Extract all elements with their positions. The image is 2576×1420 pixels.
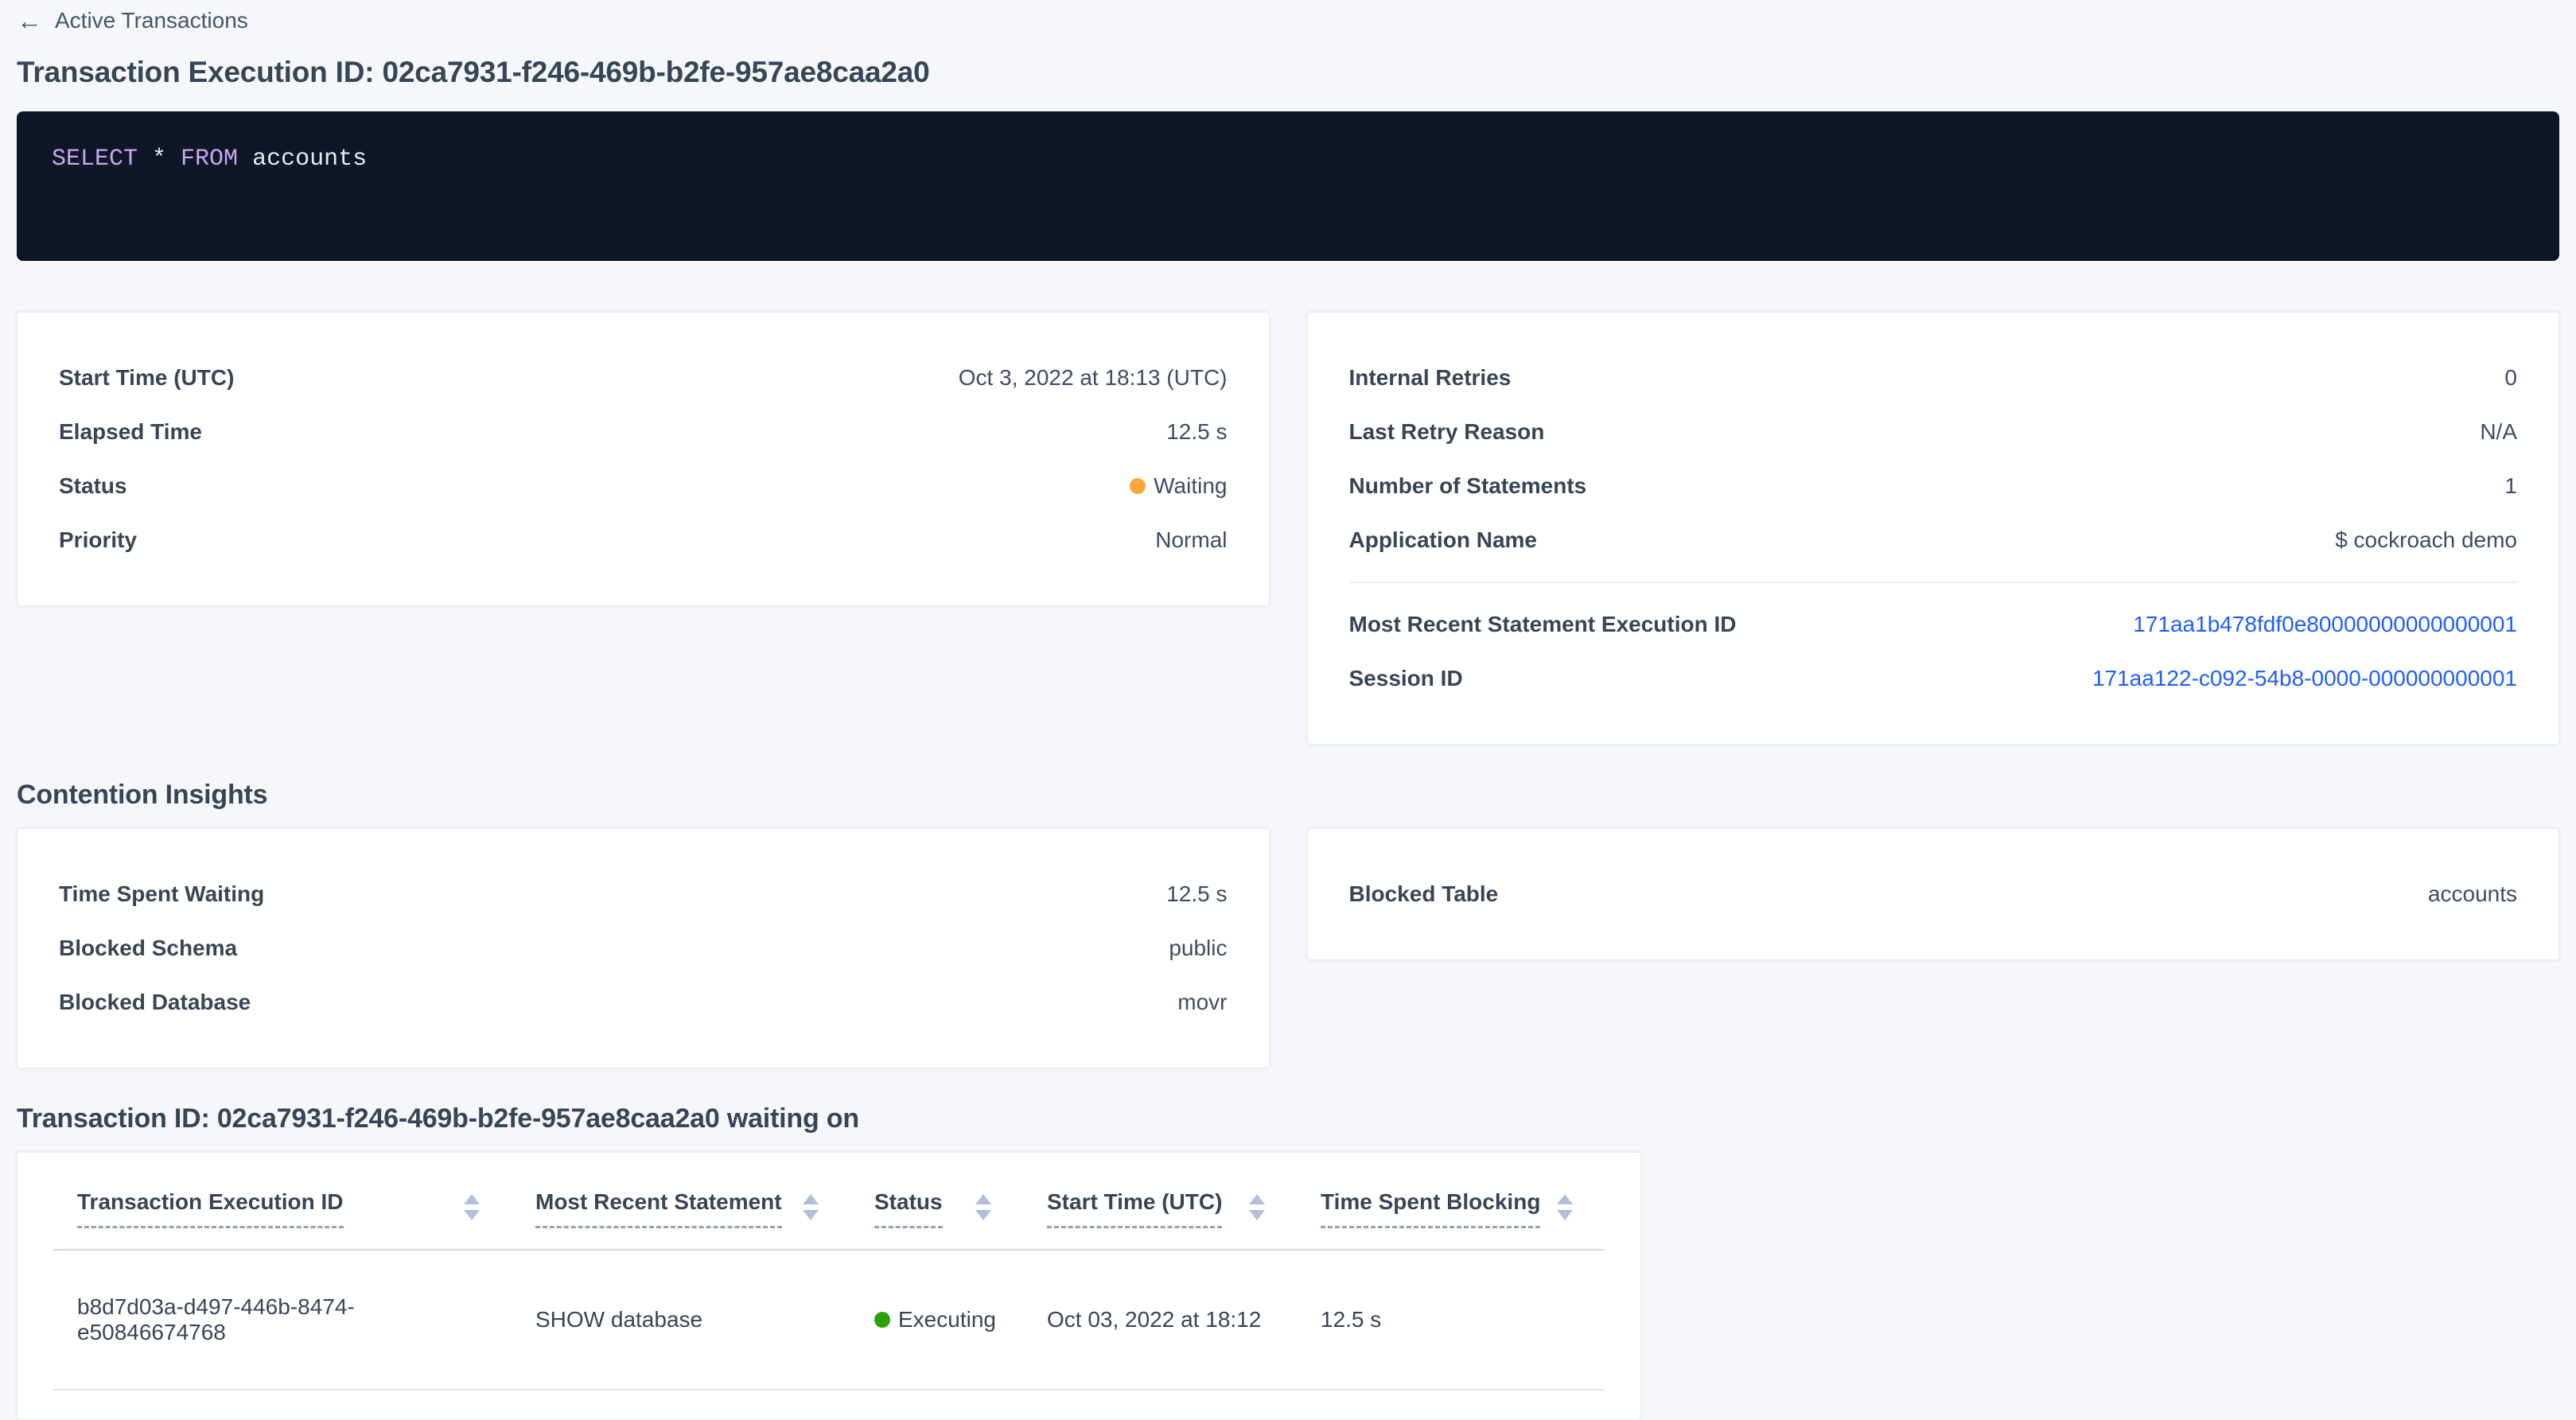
- time-spent-waiting-value: 12.5 s: [1166, 881, 1227, 907]
- executing-status-dot-icon: [874, 1312, 890, 1328]
- table-header-row: Transaction Execution ID Most Recent Sta…: [53, 1161, 1605, 1250]
- statement-execution-id-row: Most Recent Statement Execution ID 171aa…: [1349, 597, 2518, 652]
- elapsed-time-value: 12.5 s: [1166, 419, 1227, 445]
- sort-icon[interactable]: [975, 1189, 991, 1220]
- contention-blocked-table-card: Blocked Table accounts: [1307, 828, 2560, 960]
- blocked-database-label: Blocked Database: [59, 990, 251, 1015]
- col-most-recent-statement[interactable]: Most Recent Statement: [512, 1161, 850, 1250]
- cell-status-text: Executing: [898, 1307, 996, 1332]
- priority-value: Normal: [1155, 527, 1227, 553]
- cell-start-time: Oct 03, 2022 at 18:12: [1023, 1250, 1297, 1390]
- blocked-database-row: Blocked Database movr: [59, 975, 1228, 1029]
- start-time-value: Oct 3, 2022 at 18:13 (UTC): [959, 365, 1228, 391]
- cell-transaction-execution-id: b8d7d03a-d497-446b-8474-e50846674768: [53, 1250, 512, 1390]
- sort-icon[interactable]: [464, 1189, 480, 1220]
- sql-table-name: accounts: [238, 146, 367, 173]
- card-divider: [1349, 582, 2518, 583]
- summary-cards-row: Start Time (UTC) Oct 3, 2022 at 18:13 (U…: [17, 312, 2559, 745]
- col-transaction-execution-id-label[interactable]: Transaction Execution ID: [77, 1189, 344, 1228]
- page-title: Transaction Execution ID: 02ca7931-f246-…: [17, 56, 2559, 89]
- contention-insights-heading: Contention Insights: [17, 780, 2559, 811]
- execution-details-card: Internal Retries 0 Last Retry Reason N/A…: [1307, 312, 2560, 745]
- start-time-label: Start Time (UTC): [59, 365, 234, 391]
- last-retry-reason-row: Last Retry Reason N/A: [1349, 405, 2518, 459]
- sql-star: *: [138, 146, 181, 173]
- col-most-recent-statement-label[interactable]: Most Recent Statement: [535, 1189, 782, 1228]
- sql-keyword-select: SELECT: [52, 146, 138, 173]
- status-row: Status Waiting: [59, 459, 1228, 513]
- col-time-spent-blocking-label[interactable]: Time Spent Blocking: [1321, 1189, 1540, 1228]
- back-link[interactable]: ← Active Transactions: [17, 0, 248, 33]
- session-id-row: Session ID 171aa122-c092-54b8-0000-00000…: [1349, 652, 2518, 706]
- last-retry-reason-value: N/A: [2480, 419, 2517, 445]
- back-link-label: Active Transactions: [55, 8, 248, 33]
- contention-cards-row: Time Spent Waiting 12.5 s Blocked Schema…: [17, 828, 2559, 1068]
- status-value: Waiting: [1130, 473, 1227, 499]
- internal-retries-value: 0: [2504, 365, 2517, 391]
- session-id-label: Session ID: [1349, 666, 1463, 691]
- time-spent-waiting-row: Time Spent Waiting 12.5 s: [59, 867, 1228, 921]
- arrow-left-icon: ←: [17, 8, 42, 33]
- blocked-schema-value: public: [1169, 936, 1227, 961]
- priority-label: Priority: [59, 527, 137, 553]
- blocked-schema-row: Blocked Schema public: [59, 921, 1228, 975]
- sort-icon[interactable]: [803, 1189, 819, 1220]
- sort-icon[interactable]: [1249, 1189, 1265, 1220]
- sort-icon[interactable]: [1557, 1189, 1573, 1220]
- number-of-statements-row: Number of Statements 1: [1349, 459, 2518, 513]
- col-time-spent-blocking[interactable]: Time Spent Blocking: [1297, 1161, 1605, 1250]
- cell-time-spent-blocking: 12.5 s: [1297, 1250, 1605, 1390]
- session-id-link[interactable]: 171aa122-c092-54b8-0000-000000000001: [2092, 666, 2517, 691]
- status-value-text: Waiting: [1154, 473, 1227, 499]
- elapsed-time-label: Elapsed Time: [59, 419, 202, 445]
- col-status-label[interactable]: Status: [874, 1189, 943, 1228]
- start-time-row: Start Time (UTC) Oct 3, 2022 at 18:13 (U…: [59, 351, 1228, 405]
- cell-status: Executing: [850, 1250, 1023, 1390]
- sql-statement-box: SELECT * FROM accounts: [17, 111, 2559, 261]
- status-label: Status: [59, 473, 127, 499]
- application-name-value: $ cockroach demo: [2335, 527, 2517, 553]
- col-status[interactable]: Status: [850, 1161, 1023, 1250]
- transaction-summary-card: Start Time (UTC) Oct 3, 2022 at 18:13 (U…: [17, 312, 1270, 606]
- application-name-label: Application Name: [1349, 527, 1537, 553]
- sql-keyword-from: FROM: [181, 146, 238, 173]
- waiting-on-table-card: Transaction Execution ID Most Recent Sta…: [17, 1152, 1641, 1420]
- contention-waiting-card: Time Spent Waiting 12.5 s Blocked Schema…: [17, 828, 1270, 1068]
- blocked-database-value: movr: [1177, 990, 1227, 1015]
- application-name-row: Application Name $ cockroach demo: [1349, 513, 2518, 567]
- time-spent-waiting-label: Time Spent Waiting: [59, 881, 264, 907]
- blocked-table-value: accounts: [2428, 881, 2517, 907]
- col-transaction-execution-id[interactable]: Transaction Execution ID: [53, 1161, 512, 1250]
- table-row: b8d7d03a-d497-446b-8474-e50846674768 SHO…: [53, 1250, 1605, 1390]
- blocked-schema-label: Blocked Schema: [59, 936, 237, 961]
- cell-most-recent-statement: SHOW database: [512, 1250, 850, 1390]
- number-of-statements-value: 1: [2504, 473, 2517, 499]
- waiting-on-table: Transaction Execution ID Most Recent Sta…: [53, 1161, 1605, 1391]
- waiting-on-heading: Transaction ID: 02ca7931-f246-469b-b2fe-…: [17, 1103, 2559, 1134]
- number-of-statements-label: Number of Statements: [1349, 473, 1587, 499]
- col-start-time[interactable]: Start Time (UTC): [1023, 1161, 1297, 1250]
- waiting-status-dot-icon: [1130, 478, 1146, 494]
- blocked-table-label: Blocked Table: [1349, 881, 1499, 907]
- elapsed-time-row: Elapsed Time 12.5 s: [59, 405, 1228, 459]
- internal-retries-label: Internal Retries: [1349, 365, 1512, 391]
- statement-execution-id-link[interactable]: 171aa1b478fdf0e80000000000000001: [2133, 612, 2517, 637]
- col-start-time-label[interactable]: Start Time (UTC): [1047, 1189, 1222, 1228]
- priority-row: Priority Normal: [59, 513, 1228, 567]
- statement-execution-id-label: Most Recent Statement Execution ID: [1349, 612, 1737, 637]
- internal-retries-row: Internal Retries 0: [1349, 351, 2518, 405]
- last-retry-reason-label: Last Retry Reason: [1349, 419, 1545, 445]
- blocked-table-row: Blocked Table accounts: [1349, 867, 2518, 921]
